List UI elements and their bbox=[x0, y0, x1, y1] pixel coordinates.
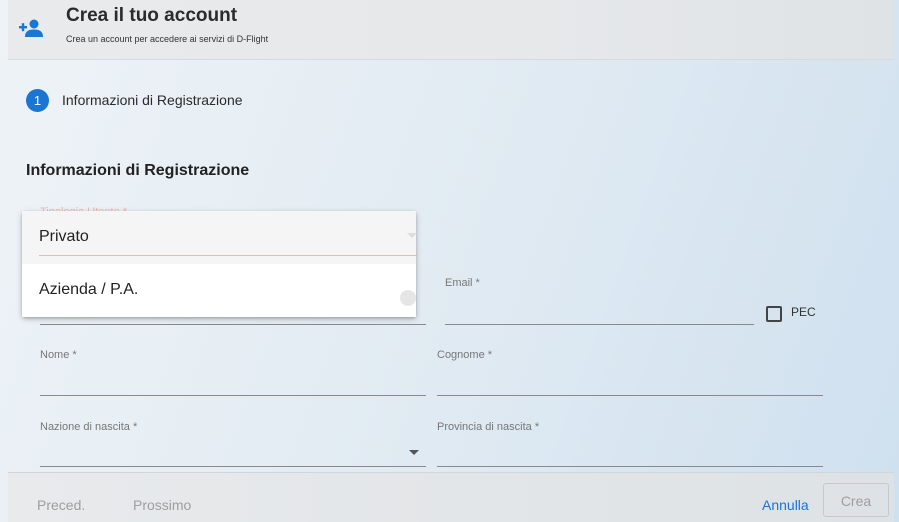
nazione-label: Nazione di nascita * bbox=[40, 421, 138, 433]
nome-field[interactable] bbox=[40, 395, 426, 396]
cancel-button[interactable]: Annulla bbox=[762, 497, 809, 513]
section-title: Informazioni di Registrazione bbox=[26, 162, 250, 179]
email-field[interactable] bbox=[445, 324, 754, 325]
chevron-down-icon bbox=[407, 233, 417, 238]
step-number-badge: 1 bbox=[26, 89, 49, 112]
lock-icon bbox=[400, 290, 416, 306]
tipologia-field-underline bbox=[40, 324, 426, 325]
add-user-icon bbox=[19, 19, 43, 37]
pec-checkbox[interactable] bbox=[766, 306, 782, 322]
step-label: Informazioni di Registrazione bbox=[62, 92, 243, 108]
dialog-subtitle: Crea un account per accedere ai servizi … bbox=[66, 34, 269, 44]
tipologia-dropdown-menu: Privato Azienda / P.A. bbox=[22, 211, 418, 317]
pec-label: PEC bbox=[791, 305, 816, 319]
dropdown-option-label: Privato bbox=[39, 228, 89, 245]
dropdown-option-privato[interactable]: Privato bbox=[22, 211, 418, 264]
prev-button[interactable]: Preced. bbox=[37, 497, 85, 513]
cognome-label: Cognome * bbox=[437, 349, 493, 361]
dropdown-option-label: Azienda / P.A. bbox=[39, 281, 139, 298]
dialog-footer: Preced. Prossimo Annulla Crea bbox=[8, 472, 894, 522]
nome-label: Nome * bbox=[40, 349, 77, 361]
provincia-field[interactable] bbox=[437, 466, 823, 467]
dropdown-underline bbox=[39, 255, 418, 256]
cognome-field[interactable] bbox=[437, 395, 823, 396]
chevron-down-icon[interactable] bbox=[409, 450, 419, 455]
create-button[interactable]: Crea bbox=[823, 483, 889, 517]
next-button[interactable]: Prossimo bbox=[133, 497, 191, 513]
dropdown-option-azienda[interactable]: Azienda / P.A. bbox=[22, 264, 416, 317]
dialog-title: Crea il tuo account bbox=[66, 5, 238, 26]
dialog-header: Crea il tuo account Crea un account per … bbox=[8, 0, 894, 60]
nazione-select[interactable] bbox=[40, 466, 426, 467]
provincia-label: Provincia di nascita * bbox=[437, 421, 540, 433]
email-label: Email * bbox=[445, 277, 480, 289]
